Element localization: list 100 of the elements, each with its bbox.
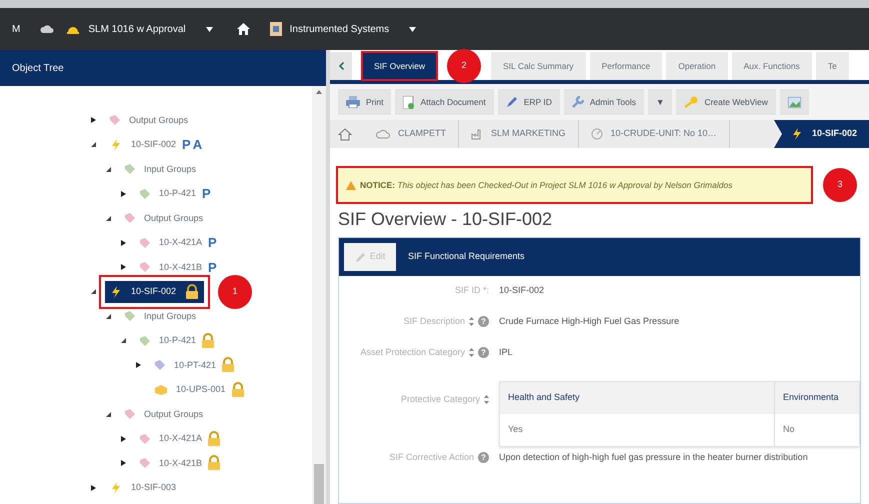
tree-node[interactable]: 10-SIF-002 bbox=[105, 134, 180, 156]
tag-icon bbox=[124, 408, 136, 420]
tab[interactable]: SIF Overview bbox=[362, 52, 438, 80]
expand-arrow-icon[interactable] bbox=[91, 484, 96, 491]
tab[interactable]: SIL Calc Summary bbox=[491, 52, 586, 80]
scrollbar[interactable] bbox=[312, 86, 326, 504]
scrollbar-thumb[interactable] bbox=[314, 464, 324, 504]
tag-icon bbox=[139, 188, 151, 200]
callout-marker: 1 bbox=[218, 274, 252, 309]
collapse-arrow-icon[interactable] bbox=[106, 314, 111, 319]
toolbar-button[interactable]: ▼ bbox=[648, 89, 672, 115]
tree-node[interactable]: 10-X-421B bbox=[135, 452, 206, 474]
tree-node[interactable]: 10-P-421 bbox=[135, 182, 200, 205]
app-name: M bbox=[12, 22, 20, 36]
toolbar-button[interactable]: ERP ID bbox=[498, 89, 560, 115]
expand-arrow-icon[interactable] bbox=[121, 436, 126, 442]
expand-arrow-icon[interactable] bbox=[91, 117, 96, 124]
tag-icon bbox=[124, 310, 136, 322]
collapse-arrow-icon[interactable] bbox=[106, 412, 111, 417]
tag-icon bbox=[139, 432, 151, 445]
tree-node[interactable]: Input Groups bbox=[120, 158, 200, 180]
page-title: SIF Overview - 10-SIF-002 bbox=[338, 208, 554, 231]
node-label: 10-X-421A bbox=[159, 236, 202, 249]
tree-node[interactable]: Input Groups bbox=[120, 305, 200, 328]
field-label: SIF ID *: bbox=[454, 284, 489, 297]
table-cell-text: No bbox=[782, 423, 796, 436]
project-selector[interactable]: SLM 1016 w Approval bbox=[66, 22, 186, 36]
help-icon[interactable]: ? bbox=[478, 316, 489, 328]
expand-arrow-icon[interactable] bbox=[121, 264, 126, 270]
collapse-arrow-icon[interactable] bbox=[121, 338, 126, 344]
factory-icon bbox=[471, 128, 484, 140]
tab[interactable]: Operation bbox=[666, 52, 728, 80]
status-letter: P bbox=[202, 185, 211, 203]
box-icon bbox=[154, 384, 168, 396]
node-label: Output Groups bbox=[144, 408, 204, 421]
expand-arrow-icon[interactable] bbox=[121, 460, 126, 466]
node-label: Output Groups bbox=[129, 114, 188, 127]
column-header: Health and Safety bbox=[500, 382, 775, 414]
printer-icon bbox=[346, 96, 360, 108]
toolbar-button[interactable] bbox=[780, 89, 809, 115]
node-label: 10-X-421B bbox=[159, 456, 202, 470]
node-label: 10-P-421 bbox=[159, 334, 196, 347]
module-selector[interactable]: Instrumented Systems bbox=[270, 22, 390, 36]
breadcrumb-item[interactable]: 10-SIF-002 bbox=[774, 120, 869, 148]
toolbar-button[interactable]: Create WebView bbox=[676, 89, 776, 115]
tree-node[interactable]: 10-SIF-003 bbox=[105, 476, 180, 499]
home-icon bbox=[338, 128, 352, 140]
toolbar-button[interactable]: Print bbox=[338, 89, 392, 115]
node-label: Input Groups bbox=[144, 310, 196, 323]
tag-icon bbox=[139, 261, 151, 274]
help-icon[interactable]: ? bbox=[478, 452, 489, 464]
status-letter: P bbox=[182, 136, 191, 154]
bolt-icon bbox=[109, 138, 123, 152]
tab[interactable]: Te bbox=[816, 52, 849, 80]
node-label: Input Groups bbox=[144, 162, 196, 176]
field-label: Protective Category bbox=[400, 393, 480, 406]
bolt-icon bbox=[109, 284, 123, 299]
node-label: 10-UPS-001 bbox=[176, 383, 226, 396]
collapse-arrow-icon[interactable] bbox=[91, 142, 96, 148]
tree-node[interactable]: 10-P-421 bbox=[135, 330, 200, 352]
expand-arrow-icon[interactable] bbox=[136, 362, 141, 368]
status-letter: P bbox=[208, 258, 217, 276]
tag-icon bbox=[124, 163, 136, 176]
expand-arrow-icon[interactable] bbox=[121, 240, 126, 246]
chevron-left-icon bbox=[338, 62, 344, 70]
tree-node[interactable]: Output Groups bbox=[120, 403, 208, 426]
tree-node[interactable]: Output Groups bbox=[120, 207, 208, 230]
expand-arrow-icon[interactable] bbox=[121, 190, 126, 197]
tag-icon bbox=[124, 212, 136, 224]
field-value: IPL bbox=[499, 346, 513, 359]
document-icon bbox=[403, 96, 414, 108]
tree-node[interactable]: 10-UPS-001 bbox=[150, 378, 230, 401]
tree-node[interactable]: 10-PT-421 bbox=[150, 354, 220, 376]
toolbar-button[interactable]: Attach Document bbox=[395, 89, 494, 115]
field-label: SIF Corrective Action bbox=[389, 451, 474, 464]
node-label: 10-PT-421 bbox=[174, 358, 216, 372]
tree-node[interactable]: Output Groups bbox=[105, 109, 192, 132]
panel-header: Object Tree bbox=[0, 50, 326, 86]
tab[interactable]: Aux. Functions bbox=[732, 52, 812, 80]
tree-node[interactable]: 10-SIF-002 bbox=[105, 280, 204, 303]
tag-icon bbox=[109, 114, 121, 126]
card-title: SIF Functional Requirements bbox=[408, 250, 525, 264]
hardhat-icon bbox=[66, 24, 80, 34]
toolbar-button[interactable]: Admin Tools bbox=[564, 89, 644, 115]
tag-icon bbox=[139, 334, 151, 347]
status-letter: P bbox=[208, 234, 217, 252]
scroll-up-arrow-icon[interactable] bbox=[316, 90, 322, 94]
callout-marker: 3 bbox=[823, 168, 857, 202]
help-icon[interactable]: ? bbox=[478, 347, 489, 358]
tree-node[interactable]: 10-X-421B bbox=[135, 256, 206, 278]
tree-node[interactable]: 10-X-421A bbox=[135, 232, 206, 254]
collapse-arrow-icon[interactable] bbox=[106, 216, 111, 221]
tab[interactable]: Performance bbox=[590, 52, 662, 80]
status-letter: A bbox=[192, 136, 202, 154]
cloud-icon bbox=[40, 24, 54, 34]
back-button[interactable] bbox=[330, 52, 352, 80]
collapse-arrow-icon[interactable] bbox=[91, 289, 96, 294]
home-icon bbox=[236, 23, 250, 35]
collapse-arrow-icon[interactable] bbox=[106, 166, 111, 172]
tree-node[interactable]: 10-X-421A bbox=[135, 428, 206, 450]
